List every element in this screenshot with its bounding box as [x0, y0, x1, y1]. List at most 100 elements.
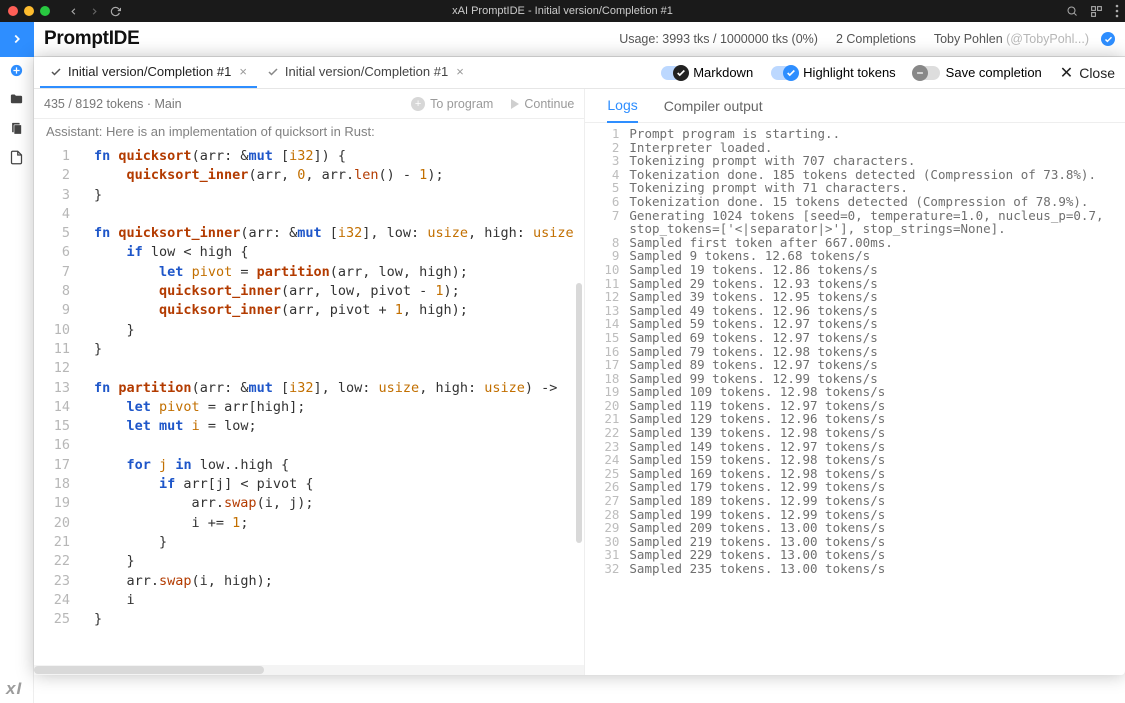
compiler-tab[interactable]: Compiler output	[664, 90, 763, 122]
code-text: i	[84, 591, 135, 610]
vertical-scrollbar[interactable]	[576, 283, 582, 543]
play-icon	[511, 99, 519, 109]
user-label[interactable]: Toby Pohlen (@TobyPohl...)	[934, 32, 1089, 46]
log-line: 6Tokenization done. 15 tokens detected (…	[585, 195, 1125, 209]
code-line[interactable]: 13fn partition(arr: &mut [i32], low: usi…	[34, 379, 584, 398]
line-number: 17	[34, 456, 84, 475]
log-line-number: 25	[585, 467, 629, 481]
log-line: 21Sampled 129 tokens. 12.96 tokens/s	[585, 412, 1125, 426]
continue-button[interactable]: Continue	[511, 97, 574, 111]
line-number: 10	[34, 321, 84, 340]
code-line[interactable]: 11}	[34, 340, 584, 359]
tab-close-icon[interactable]: ×	[456, 64, 464, 79]
completions-count[interactable]: 2 Completions	[836, 32, 916, 46]
code-line[interactable]: 7 let pivot = partition(arr, low, high);	[34, 263, 584, 282]
log-line-number: 21	[585, 412, 629, 426]
markdown-toggle[interactable]: Markdown	[661, 65, 753, 80]
log-view[interactable]: 1Prompt program is starting..2Interprete…	[585, 123, 1125, 675]
code-text: quicksort_inner(arr, 0, arr.len() - 1);	[84, 166, 444, 185]
code-line[interactable]: 12	[34, 359, 584, 378]
line-number: 16	[34, 436, 84, 455]
code-line[interactable]: 15 let mut i = low;	[34, 417, 584, 436]
code-line[interactable]: 23 arr.swap(i, high);	[34, 572, 584, 591]
sidebar-toggle-button[interactable]	[0, 22, 34, 57]
code-line[interactable]: 18 if arr[j] < pivot {	[34, 475, 584, 494]
code-line[interactable]: 8 quicksort_inner(arr, low, pivot - 1);	[34, 282, 584, 301]
extensions-icon[interactable]	[1090, 4, 1103, 18]
log-text: Sampled 79 tokens. 12.98 tokens/s	[629, 345, 877, 359]
log-line-number: 24	[585, 453, 629, 467]
line-number: 6	[34, 243, 84, 262]
log-text: Sampled 229 tokens. 13.00 tokens/s	[629, 548, 885, 562]
line-number: 5	[34, 224, 84, 243]
log-text: Sampled 69 tokens. 12.97 tokens/s	[629, 331, 877, 345]
rail-add-icon[interactable]	[9, 63, 24, 78]
log-text: Sampled 29 tokens. 12.93 tokens/s	[629, 277, 877, 291]
code-text: fn partition(arr: &mut [i32], low: usize…	[84, 379, 566, 398]
close-icon: ✕	[1060, 63, 1073, 83]
log-text: Interpreter loaded.	[629, 141, 772, 155]
log-line: 3Tokenizing prompt with 707 characters.	[585, 154, 1125, 168]
log-line: 16Sampled 79 tokens. 12.98 tokens/s	[585, 345, 1125, 359]
code-line[interactable]: 9 quicksort_inner(arr, pivot + 1, high);	[34, 301, 584, 320]
log-line-number: 27	[585, 494, 629, 508]
code-line[interactable]: 2 quicksort_inner(arr, 0, arr.len() - 1)…	[34, 166, 584, 185]
horizontal-scrollbar[interactable]	[34, 665, 584, 675]
nav-refresh-icon[interactable]	[110, 6, 121, 17]
code-line[interactable]: 14 let pivot = arr[high];	[34, 398, 584, 417]
window-min-icon[interactable]	[24, 6, 34, 16]
tab-close-icon[interactable]: ×	[239, 64, 247, 79]
save-toggle[interactable]: Save completion	[914, 65, 1042, 80]
highlight-toggle[interactable]: Highlight tokens	[771, 65, 896, 80]
window-close-icon[interactable]	[8, 6, 18, 16]
code-line[interactable]: 16	[34, 436, 584, 455]
close-button[interactable]: ✕ Close	[1060, 63, 1115, 83]
file-tab-1[interactable]: Initial version/Completion #1 ×	[40, 57, 257, 88]
code-line[interactable]: 3}	[34, 186, 584, 205]
code-line[interactable]: 20 i += 1;	[34, 514, 584, 533]
code-line[interactable]: 24 i	[34, 591, 584, 610]
code-line[interactable]: 5fn quicksort_inner(arr: &mut [i32], low…	[34, 224, 584, 243]
code-line[interactable]: 4	[34, 205, 584, 224]
log-text: stop_tokens=['<|separator|>'], stop_stri…	[629, 222, 1005, 236]
code-line[interactable]: 25}	[34, 610, 584, 629]
menu-dots-icon[interactable]	[1115, 4, 1119, 18]
code-line[interactable]: 10 }	[34, 321, 584, 340]
log-line-number: 5	[585, 181, 629, 195]
log-line: 26Sampled 179 tokens. 12.99 tokens/s	[585, 480, 1125, 494]
line-number: 13	[34, 379, 84, 398]
logs-tab[interactable]: Logs	[607, 89, 637, 123]
search-icon[interactable]	[1066, 4, 1078, 18]
log-line-number: 9	[585, 249, 629, 263]
code-line[interactable]: 21 }	[34, 533, 584, 552]
line-number: 22	[34, 552, 84, 571]
brand-watermark: xI	[6, 679, 22, 699]
log-text: Tokenizing prompt with 71 characters.	[629, 181, 907, 195]
window-max-icon[interactable]	[40, 6, 50, 16]
rail-files-icon[interactable]	[9, 121, 24, 136]
token-count: 435 / 8192 tokens · Main	[44, 97, 182, 111]
highlight-label: Highlight tokens	[803, 65, 896, 80]
code-line[interactable]: 19 arr.swap(i, j);	[34, 494, 584, 513]
log-text: Sampled 199 tokens. 12.99 tokens/s	[629, 508, 885, 522]
rail-doc-icon[interactable]	[9, 150, 24, 165]
code-line[interactable]: 1fn quicksort(arr: &mut [i32]) {	[34, 147, 584, 166]
tab-label: Initial version/Completion #1	[68, 64, 231, 79]
log-text: Tokenizing prompt with 707 characters.	[629, 154, 915, 168]
to-program-button[interactable]: + To program	[411, 97, 493, 111]
code-line[interactable]: 17 for j in low..high {	[34, 456, 584, 475]
code-text: arr.swap(i, j);	[84, 494, 313, 513]
nav-back-icon[interactable]	[68, 6, 79, 17]
log-line-number: 3	[585, 154, 629, 168]
nav-forward-icon[interactable]	[89, 6, 100, 17]
code-line[interactable]: 6 if low < high {	[34, 243, 584, 262]
close-label: Close	[1079, 65, 1115, 81]
rail-folder-icon[interactable]	[9, 92, 24, 107]
log-line: 19Sampled 109 tokens. 12.98 tokens/s	[585, 385, 1125, 399]
log-line-number: 22	[585, 426, 629, 440]
user-name: Toby Pohlen	[934, 32, 1003, 46]
log-line: 11Sampled 29 tokens. 12.93 tokens/s	[585, 277, 1125, 291]
code-editor[interactable]: 1fn quicksort(arr: &mut [i32]) {2 quicks…	[34, 143, 584, 665]
file-tab-2[interactable]: Initial version/Completion #1 ×	[257, 57, 474, 88]
code-line[interactable]: 22 }	[34, 552, 584, 571]
